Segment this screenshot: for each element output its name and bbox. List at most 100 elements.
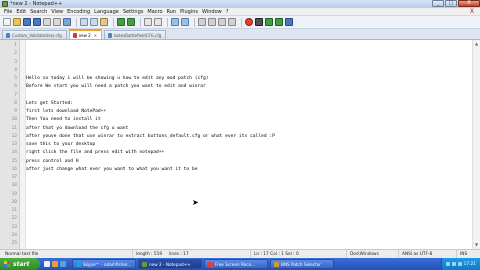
save-all-icon[interactable]: [33, 18, 41, 26]
open-folder-icon[interactable]: [13, 18, 21, 26]
line-number: 23: [11, 224, 17, 230]
text-line[interactable]: [26, 224, 472, 232]
text-line[interactable]: Hello so today i will be showing u how t…: [26, 75, 472, 83]
text-line[interactable]: [26, 232, 472, 240]
undo-icon[interactable]: [117, 18, 125, 26]
taskbar: start Skype™ - adamfisher... new 2 - Not…: [0, 258, 480, 270]
cut-icon[interactable]: [80, 18, 88, 26]
show-all-chars-icon[interactable]: [218, 18, 226, 26]
task-label: new 2 - Notepad++: [149, 261, 191, 267]
text-line[interactable]: [26, 50, 472, 58]
start-button[interactable]: start: [0, 258, 40, 270]
text-line[interactable]: after just change what ever you want to …: [26, 166, 472, 174]
word-wrap-icon[interactable]: [208, 18, 216, 26]
close-all-icon[interactable]: [53, 18, 61, 26]
taskbar-notepad[interactable]: new 2 - Notepad++: [138, 259, 202, 269]
text-line[interactable]: [26, 199, 472, 207]
taskbar-screen-recorder[interactable]: Free Screen Reco...: [204, 259, 268, 269]
line-number: 3: [14, 59, 17, 65]
record-macro-icon[interactable]: [245, 18, 253, 26]
tab-custom-validateuser[interactable]: Custom_ValidateUser.cfg: [2, 30, 67, 39]
menu-search[interactable]: Search: [30, 9, 47, 15]
text-line[interactable]: right click the file and press edit with…: [26, 149, 472, 157]
text-line[interactable]: [26, 240, 472, 248]
menu-macro[interactable]: Macro: [147, 9, 162, 15]
print-icon[interactable]: [63, 18, 71, 26]
clock[interactable]: 17:21: [464, 262, 476, 267]
maximize-button[interactable]: □: [445, 0, 457, 7]
tray-app-icon[interactable]: [457, 262, 462, 266]
stop-macro-icon[interactable]: [255, 18, 263, 26]
tab-botesbattlefieldcfg[interactable]: botesBattlefieldCFG.cfg: [104, 30, 167, 39]
text-line[interactable]: after that yo download the cfg u want: [26, 125, 472, 133]
scroll-down-icon[interactable]: ▼: [473, 241, 480, 249]
text-line[interactable]: [26, 174, 472, 182]
save-macro-icon[interactable]: [285, 18, 293, 26]
text-line[interactable]: [26, 207, 472, 215]
menu-edit[interactable]: Edit: [16, 9, 26, 15]
line-number: 2: [14, 51, 17, 57]
menu-encoding[interactable]: Encoding: [67, 9, 90, 15]
menu-file[interactable]: File: [4, 9, 12, 15]
menu-language[interactable]: Language: [94, 9, 119, 15]
minimize-button[interactable]: _: [432, 0, 444, 7]
text-line[interactable]: [26, 215, 472, 223]
close-document-icon[interactable]: X: [470, 8, 474, 15]
save-icon[interactable]: [23, 18, 31, 26]
text-content[interactable]: Hello so today i will be showing u how t…: [26, 40, 472, 249]
menu-window[interactable]: Window: [202, 9, 222, 15]
paste-icon[interactable]: [100, 18, 108, 26]
text-line[interactable]: [26, 92, 472, 100]
zoom-out-icon[interactable]: [181, 18, 189, 26]
menu-help[interactable]: ?: [226, 9, 229, 15]
recorder-icon: [208, 261, 213, 267]
copy-icon[interactable]: [90, 18, 98, 26]
text-line[interactable]: after youve done that use winrar to extr…: [26, 133, 472, 141]
zoom-in-icon[interactable]: [171, 18, 179, 26]
taskbar-bns-patch-selector[interactable]: BNS Patch Selector: [270, 259, 334, 269]
text-line[interactable]: first lets download NotePad++: [26, 108, 472, 116]
replace-icon[interactable]: [154, 18, 162, 26]
notepad-app-icon[interactable]: [2, 1, 8, 7]
run-macro-multiple-icon[interactable]: [275, 18, 283, 26]
text-line[interactable]: [26, 67, 472, 75]
task-label: Skype™ - adamfisher...: [83, 261, 132, 267]
ie-icon[interactable]: [60, 261, 66, 267]
menu-plugins[interactable]: Plugins: [180, 9, 198, 15]
show-desktop-icon[interactable]: [44, 261, 50, 267]
line-number: 4: [14, 67, 17, 73]
redo-icon[interactable]: [127, 18, 135, 26]
status-bar: Normal text file length : 519 lines : 17…: [0, 249, 480, 259]
text-line[interactable]: Then You need to install it: [26, 116, 472, 124]
firefox-icon[interactable]: [52, 261, 58, 267]
task-label: BNS Patch Selector: [281, 261, 322, 267]
vertical-scrollbar[interactable]: ▲ ▼: [472, 40, 480, 249]
text-line[interactable]: Before We start you will need a patch yo…: [26, 83, 472, 91]
text-line[interactable]: press control and H: [26, 158, 472, 166]
menu-view[interactable]: View: [51, 9, 63, 15]
tray-network-icon[interactable]: [445, 262, 450, 266]
text-line[interactable]: [26, 42, 472, 50]
sync-scroll-icon[interactable]: [198, 18, 206, 26]
find-icon[interactable]: [144, 18, 152, 26]
text-line[interactable]: [26, 191, 472, 199]
tab-new-2[interactable]: new 2 ✕: [68, 29, 103, 39]
new-file-icon[interactable]: [3, 18, 11, 26]
bns-icon: [274, 261, 279, 267]
tray-volume-icon[interactable]: [451, 262, 456, 266]
text-line[interactable]: Lets get Started:: [26, 100, 472, 108]
editor-area[interactable]: 1 2 3 4 5 6 7 8 9 10 11 12 13 14 15 16 17 18 19 20 21 22 23 24 2…: [0, 40, 472, 249]
close-button[interactable]: X: [458, 0, 480, 7]
taskbar-skype[interactable]: Skype™ - adamfisher...: [72, 259, 136, 269]
text-line[interactable]: save this to your desktop: [26, 141, 472, 149]
tab-close-icon[interactable]: ✕: [94, 33, 97, 38]
tab-label: Custom_ValidateUser.cfg: [12, 32, 62, 38]
play-macro-icon[interactable]: [265, 18, 273, 26]
indent-guide-icon[interactable]: [228, 18, 236, 26]
text-line[interactable]: [26, 59, 472, 67]
scroll-up-icon[interactable]: ▲: [473, 40, 480, 48]
close-file-icon[interactable]: [43, 18, 51, 26]
menu-settings[interactable]: Settings: [123, 9, 144, 15]
text-line[interactable]: [26, 182, 472, 190]
menu-run[interactable]: Run: [167, 9, 177, 15]
